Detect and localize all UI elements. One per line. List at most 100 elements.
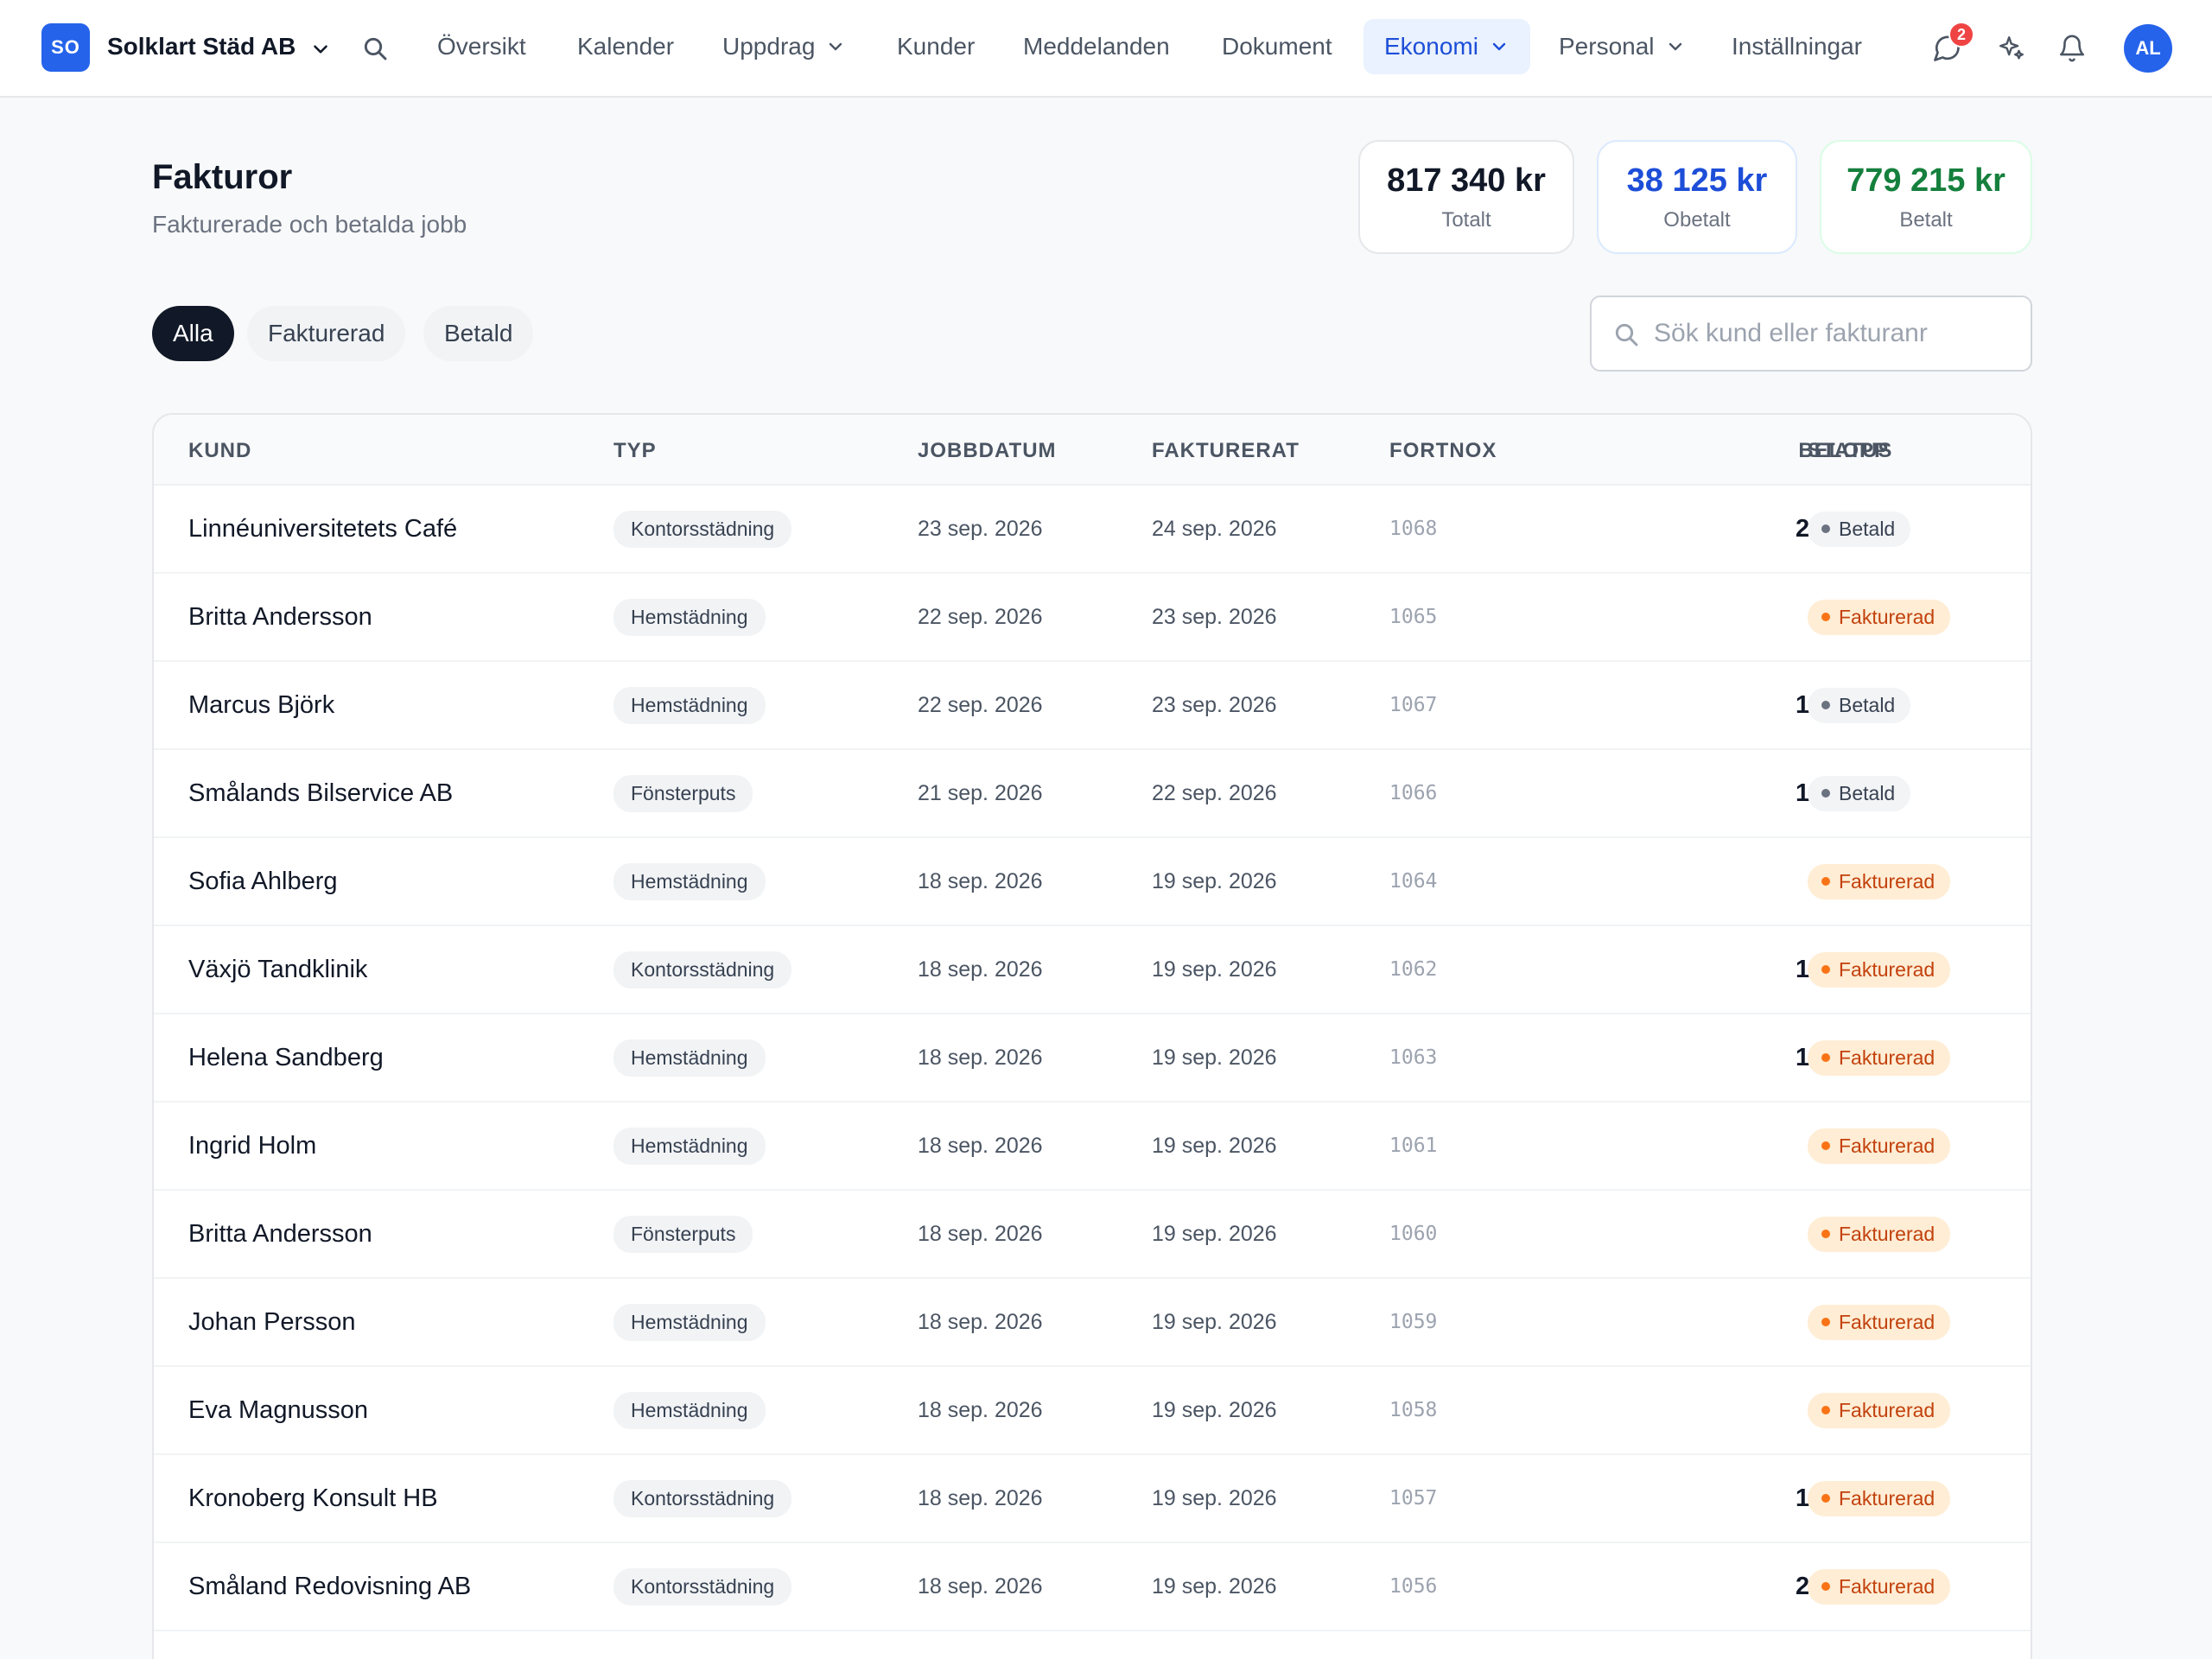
status-label: Fakturerad [1839,1398,1936,1421]
stat-card-unpaid: 38 125 kr Obetalt [1597,140,1797,254]
table-row[interactable]: Linnéuniversitetets Café Kontorsstädning 2… [154,486,2031,574]
chevron-down-icon [1669,42,1681,51]
nav-item-kalender[interactable]: Kalender [556,19,695,74]
cell-kund[interactable]: Johan Persson [188,1279,355,1365]
cell-status: Betald [1808,750,1911,836]
cell-typ: Hemstädning [613,838,766,925]
cell-kund[interactable]: Växjö Tandklinik [188,926,367,1013]
stat-value: 38 125 kr [1626,162,1768,199]
company-name[interactable]: Solklart Städ AB [107,33,296,60]
notifications-button[interactable] [2053,29,2091,67]
nav-item-label: Meddelanden [1023,33,1170,60]
table-row[interactable]: Johan Persson Hemstädning 18 sep. 2026 19 s… [154,1279,2031,1367]
cell-jobbdatum: 18 sep. 2026 [918,1133,1043,1158]
status-badge: Fakturerad [1808,863,1951,899]
nav-item-uppdrag[interactable]: Uppdrag [702,19,867,74]
cell-kund[interactable]: Småland Redovisning AB [188,1543,471,1630]
status-badge: Fakturerad [1808,1568,1951,1605]
cell-kund[interactable]: Marcus Björk [188,662,334,748]
column-header-typ[interactable]: TYP [613,439,657,463]
table-row[interactable]: Helena Sandberg Hemstädning 18 sep. 2026 19… [154,1014,2031,1103]
table-row[interactable]: Britta Andersson Hemstädning 22 sep. 2026 2… [154,574,2031,662]
filter-fakturerad[interactable]: Fakturerad [247,306,406,361]
column-header-fakturerat[interactable]: FAKTURERAT [1152,439,1300,463]
nav-item-meddelanden[interactable]: Meddelanden [1002,19,1191,74]
column-header-jobbdatum[interactable]: JOBBDATUM [918,439,1057,463]
status-label: Fakturerad [1839,1486,1936,1510]
company-logo[interactable]: SO [41,23,90,72]
cell-fortnox: 1064 [1389,870,1438,893]
cell-fakturerat: 19 sep. 2026 [1152,1133,1277,1158]
user-avatar[interactable]: AL [2124,24,2172,73]
cell-kund[interactable]: Britta Andersson [188,574,372,660]
cell-kund[interactable]: Sofia Ahlberg [188,838,338,925]
status-label: Fakturerad [1839,1046,1936,1069]
cell-typ: Hemstädning [613,1367,766,1453]
cell-typ: Hemstädning [613,662,766,748]
type-tag: Hemstädning [613,1039,766,1077]
cell-status: Fakturerad [1808,1014,1951,1101]
nav-item-oversikt[interactable]: Översikt [416,19,547,74]
cell-typ: Hemstädning [613,1279,766,1365]
column-header-status[interactable]: STATUS [1808,439,1892,463]
stat-label: Betalt [1899,207,1953,232]
cell-status: Fakturerad [1808,838,1951,925]
search-icon[interactable] [361,35,389,67]
table-row[interactable]: Sofia Ahlberg Hemstädning 18 sep. 2026 19 s… [154,838,2031,926]
cell-jobbdatum: 18 sep. 2026 [918,1485,1043,1510]
cell-fakturerat: 22 sep. 2026 [1152,780,1277,805]
cell-typ: Kontorsstädning [613,1543,792,1630]
table-row[interactable]: Smålands Bilservice AB Fönsterputs 21 sep.… [154,750,2031,838]
column-header-fortnox[interactable]: FORTNOX [1389,439,1497,463]
ai-assistant-button[interactable] [1993,29,2031,67]
table-row[interactable]: Britta Andersson Fönsterputs 18 sep. 2026 1… [154,1191,2031,1279]
nav-item-ekonomi[interactable]: Ekonomi [1363,19,1530,74]
notification-count-badge: 2 [1948,22,1974,48]
nav-item-dokument[interactable]: Dokument [1201,19,1353,74]
chevron-down-icon [830,42,842,51]
status-dot-icon [1821,524,1830,533]
cell-kund[interactable]: Smålands Bilservice AB [188,750,453,836]
status-badge: Fakturerad [1808,599,1951,635]
cell-kund[interactable]: Britta Andersson [188,1191,372,1277]
status-label: Betald [1839,693,1896,716]
cell-kund[interactable]: Linnéuniversitetets Café [188,486,457,572]
nav-item-label: Personal [1559,33,1655,60]
stat-value: 779 215 kr [1847,162,2005,199]
cell-jobbdatum: 18 sep. 2026 [918,1221,1043,1246]
stat-card-paid: 779 215 kr Betalt [1820,140,2032,254]
table-row[interactable]: Kronoberg Konsult HB Kontorsstädning 18 se… [154,1455,2031,1543]
table-row[interactable]: Marcus Björk Hemstädning 22 sep. 2026 23 se… [154,662,2031,750]
chevron-down-icon[interactable] [309,38,332,65]
cell-kund[interactable]: Ingrid Holm [188,1103,316,1189]
filter-all[interactable]: Alla [152,306,234,361]
table-row[interactable]: Småland Redovisning AB Kontorsstädning 18 … [154,1543,2031,1631]
cell-status: Fakturerad [1808,926,1951,1013]
table-row[interactable]: Eva Magnusson Hemstädning 18 sep. 2026 19 s… [154,1367,2031,1455]
cell-jobbdatum: 21 sep. 2026 [918,780,1043,805]
search-field[interactable] [1590,296,2032,372]
table-header: KUND TYP JOBBDATUM FAKTURERAT FORTNOX BE… [154,415,2031,486]
table-row[interactable]: Växjö Tandklinik Kontorsstädning 18 sep. 2… [154,926,2031,1014]
cell-status: Betald [1808,662,1911,748]
table-row[interactable]: Ingrid Holm Hemstädning 18 sep. 2026 19 sep… [154,1103,2031,1191]
nav-item-personal[interactable]: Personal [1538,19,1707,74]
cell-jobbdatum: 18 sep. 2026 [918,957,1043,982]
column-header-kund[interactable]: KUND [188,439,251,463]
cell-kund[interactable]: Kronoberg Konsult HB [188,1455,438,1541]
status-dot-icon [1821,1318,1830,1326]
nav-item-label: Översikt [437,33,526,60]
search-input[interactable] [1654,297,2017,370]
type-tag: Kontorsstädning [613,510,792,548]
cell-fakturerat: 23 sep. 2026 [1152,604,1277,629]
cell-kund[interactable]: Helena Sandberg [188,1014,384,1101]
nav-item-kunder[interactable]: Kunder [876,19,995,74]
cell-fakturerat: 24 sep. 2026 [1152,516,1277,541]
type-tag: Fönsterputs [613,774,753,812]
status-dot-icon [1821,877,1830,886]
nav-item-installningar[interactable]: Inställningar [1711,19,1883,74]
cell-kund[interactable]: Eva Magnusson [188,1367,368,1453]
cell-jobbdatum: 18 sep. 2026 [918,868,1043,893]
cell-fakturerat: 19 sep. 2026 [1152,868,1277,893]
filter-betald[interactable]: Betald [423,306,534,361]
